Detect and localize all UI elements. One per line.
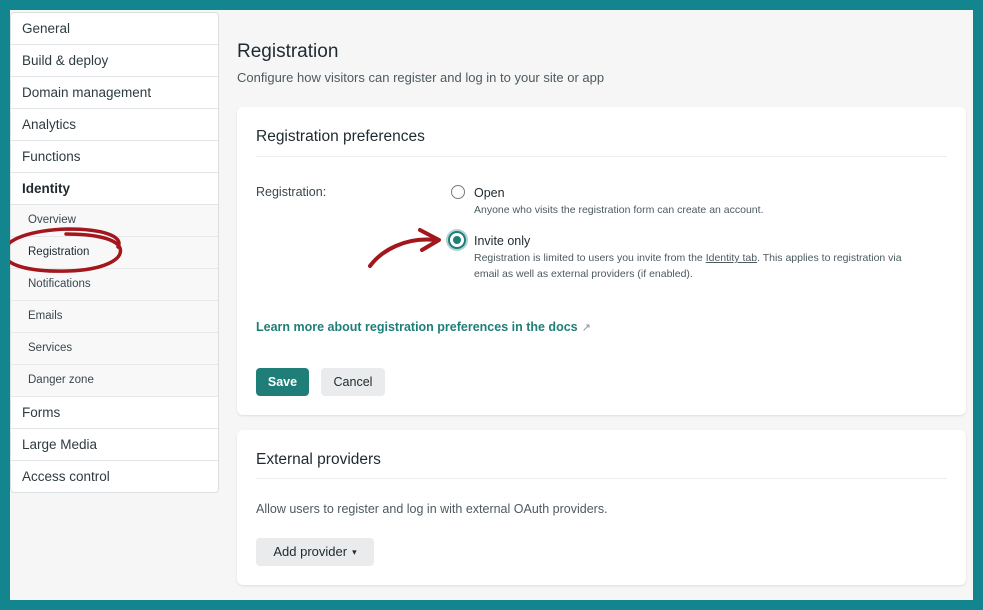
registration-field-label: Registration: bbox=[256, 185, 327, 199]
sidebar-subitem-danger-zone[interactable]: Danger zone bbox=[11, 365, 218, 397]
docs-link[interactable]: Learn more about registration preference… bbox=[256, 320, 591, 334]
external-providers-description: Allow users to register and log in with … bbox=[256, 502, 608, 516]
save-button[interactable]: Save bbox=[256, 368, 309, 396]
invite-desc-line2: email as well as external providers (if … bbox=[474, 268, 693, 280]
sidebar-item-build-deploy[interactable]: Build & deploy bbox=[11, 45, 218, 77]
radio-open[interactable] bbox=[451, 185, 465, 199]
main-content: Registration Configure how visitors can … bbox=[237, 10, 967, 600]
radio-invite-only[interactable] bbox=[448, 231, 466, 249]
invite-desc-text: Registration is limited to users you inv… bbox=[474, 252, 706, 264]
add-provider-button[interactable]: Add provider ▾ bbox=[256, 538, 374, 566]
sidebar-subitem-notifications[interactable]: Notifications bbox=[11, 269, 218, 301]
sidebar-subitem-emails[interactable]: Emails bbox=[11, 301, 218, 333]
radio-open-label[interactable]: Open bbox=[474, 186, 505, 200]
invite-desc-text-end: . This applies to registration via bbox=[757, 252, 902, 264]
sidebar-item-functions[interactable]: Functions bbox=[11, 141, 218, 173]
card-title: Registration preferences bbox=[256, 128, 425, 145]
add-provider-label: Add provider bbox=[273, 544, 348, 559]
sidebar-subitem-registration[interactable]: Registration bbox=[11, 237, 218, 269]
sidebar-item-analytics[interactable]: Analytics bbox=[11, 109, 218, 141]
cancel-button[interactable]: Cancel bbox=[321, 368, 385, 396]
radio-invite-only-description: Registration is limited to users you inv… bbox=[474, 250, 954, 282]
card-divider bbox=[256, 478, 947, 479]
external-link-icon: ↗ bbox=[581, 322, 591, 334]
settings-sidebar: General Build & deploy Domain management… bbox=[10, 12, 219, 493]
card-title: External providers bbox=[256, 451, 381, 468]
page-subtitle: Configure how visitors can register and … bbox=[237, 70, 605, 85]
docs-link-text[interactable]: Learn more about registration preference… bbox=[256, 320, 578, 334]
chevron-down-icon: ▾ bbox=[352, 547, 357, 557]
sidebar-subitem-services[interactable]: Services bbox=[11, 333, 218, 365]
sidebar-subitem-overview[interactable]: Overview bbox=[11, 205, 218, 237]
app-frame: General Build & deploy Domain management… bbox=[10, 10, 973, 600]
card-divider bbox=[256, 156, 947, 157]
sidebar-item-access-control[interactable]: Access control bbox=[11, 461, 218, 492]
sidebar-item-identity[interactable]: Identity bbox=[11, 173, 218, 205]
sidebar-item-forms[interactable]: Forms bbox=[11, 397, 218, 429]
registration-preferences-card: Registration preferences Registration: O… bbox=[237, 107, 966, 415]
page-title: Registration bbox=[237, 41, 339, 62]
radio-invite-only-label[interactable]: Invite only bbox=[474, 234, 530, 248]
external-providers-card: External providers Allow users to regist… bbox=[237, 430, 966, 585]
sidebar-item-large-media[interactable]: Large Media bbox=[11, 429, 218, 461]
identity-tab-link[interactable]: Identity tab bbox=[706, 252, 757, 264]
radio-open-description: Anyone who visits the registration form … bbox=[474, 204, 764, 216]
sidebar-item-general[interactable]: General bbox=[11, 13, 218, 45]
sidebar-item-domain-management[interactable]: Domain management bbox=[11, 77, 218, 109]
